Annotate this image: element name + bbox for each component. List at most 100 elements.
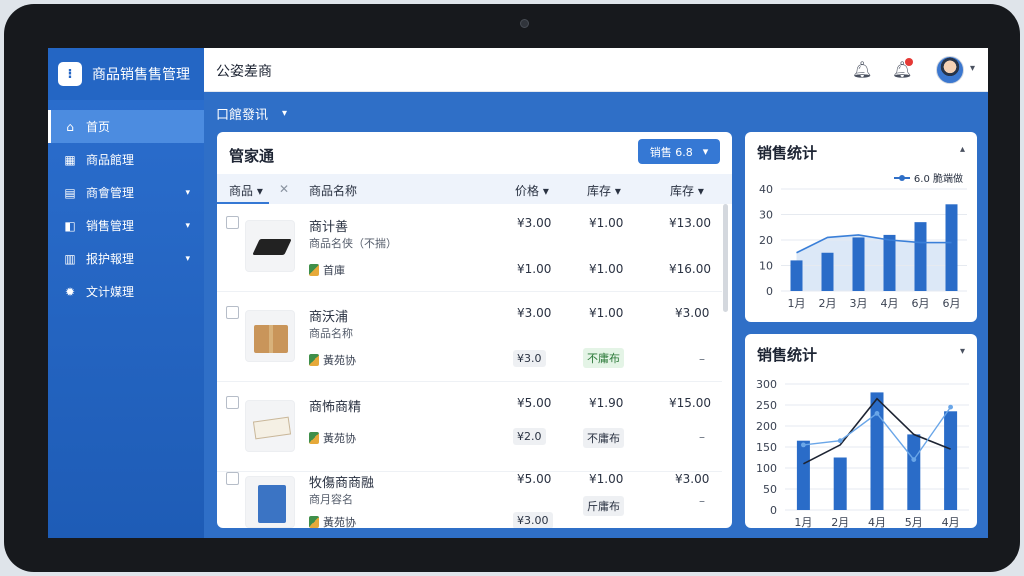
table-row[interactable]: 商怖商精 黃苑协 ¥5.00 ¥1.90 ¥15.00 ¥2.0 不庸布 – — [217, 384, 722, 472]
product-image — [245, 310, 295, 362]
sales-chart-card-2: 销售统计 ▾ 0 50 100 150 200 250 300 1月 2月 4月 5月 4月 — [745, 334, 977, 528]
bell-icon[interactable]: 🔔︎ — [852, 60, 872, 80]
scrollbar[interactable] — [723, 204, 728, 312]
sidebar: ⁝ 商品销售售管理 ⌂ 首页 ▦ 商品館理 ▤ 商會管理 ▾ ◧ 销售管理 ▾ … — [48, 48, 204, 538]
y-tick-label: 30 — [759, 209, 773, 222]
x-tick-label: 4月 — [868, 516, 886, 528]
chevron-down-icon: ▾ — [702, 145, 709, 158]
price-cell-2: ¥1.00 — [517, 262, 552, 276]
x-tick-label: 2月 — [819, 297, 837, 310]
tag-icon — [309, 354, 319, 366]
amount-cell: ¥3.00 — [675, 306, 710, 320]
tag-label: 黃苑协 — [323, 516, 356, 528]
column-stock[interactable]: 库存 ▾ — [587, 182, 621, 199]
table-row[interactable]: 商计善 商品名侠（不揣） 首庫 ¥3.00 ¥1.00 ¥13.00 ¥1.00… — [217, 204, 722, 292]
x-tick-label: 1月 — [788, 297, 806, 310]
table-row[interactable]: 牧傷商商融 商月容名 黃苑协 ¥5.00 ¥1.00 ¥3.00 ¥3.00 斤… — [217, 460, 722, 528]
chart-bar — [914, 222, 927, 291]
price-badge: ¥2.0 — [513, 428, 546, 445]
stock-cell: ¥1.00 — [589, 472, 624, 486]
app-title: 商品销售售管理 — [92, 67, 190, 83]
product-tag: 黃苑协 — [309, 430, 356, 446]
chart-bar — [870, 392, 884, 510]
chart-bar — [833, 457, 847, 510]
sidebar-item-settings[interactable]: ✹ 文计媒理 — [48, 275, 204, 308]
filter-dropdown-button[interactable]: 销售 6.8 ▾ — [638, 139, 720, 164]
product-subtitle: 商月容名 — [309, 493, 353, 506]
column-label: 库存 — [670, 184, 695, 198]
sidebar-item-reports[interactable]: ▥ 报护報理 ▾ — [48, 242, 204, 275]
product-name: 商沃浦 — [309, 310, 349, 325]
stock-cell: ¥1.00 — [589, 216, 624, 230]
sidebar-item-stores[interactable]: ▤ 商會管理 ▾ — [48, 176, 204, 209]
y-tick-label: 10 — [759, 260, 773, 273]
row-checkbox[interactable] — [226, 306, 239, 319]
close-icon[interactable]: ✕ — [279, 182, 289, 196]
sidebar-item-products[interactable]: ▦ 商品館理 — [48, 143, 204, 176]
subheader[interactable]: 口館發讯 ▾ — [216, 104, 287, 123]
status-badge: 斤庸布 — [583, 496, 624, 516]
column-category[interactable]: 商品 ▾ — [217, 174, 269, 204]
series-point — [948, 404, 953, 410]
column-label: 商品 — [229, 184, 254, 198]
product-panel: 管家通 销售 6.8 ▾ 商品 ▾ ✕ 商品名称 价格 ▾ 库存 ▾ 库存 ▾ … — [217, 132, 732, 528]
row-checkbox[interactable] — [226, 216, 239, 229]
x-tick-label: 3月 — [850, 297, 868, 310]
product-tag: 黃苑协 — [309, 514, 356, 528]
chart-bar — [907, 434, 921, 510]
y-tick-label: 0 — [766, 285, 773, 298]
gear-icon: ✹ — [64, 284, 76, 299]
home-icon: ⌂ — [66, 119, 74, 134]
y-tick-label: 250 — [756, 399, 777, 412]
price-cell: ¥3.00 — [517, 216, 552, 230]
column-name[interactable]: 商品名称 — [309, 182, 357, 199]
product-subtitle: 商品名侠（不揣） — [309, 237, 397, 250]
sidebar-item-home[interactable]: ⌂ 首页 — [48, 110, 204, 143]
chart-bar — [944, 411, 958, 510]
column-stock-2[interactable]: 库存 ▾ — [670, 182, 704, 199]
sidebar-item-label: 报护報理 — [86, 252, 135, 266]
status-badge: 不庸布 — [583, 428, 624, 448]
product-tag: 首庫 — [309, 262, 345, 278]
notification-bell-icon[interactable]: 🔔︎ — [892, 58, 913, 80]
row-checkbox[interactable] — [226, 472, 239, 485]
report-icon: ▥ — [64, 251, 76, 266]
row-checkbox[interactable] — [226, 396, 239, 409]
column-price[interactable]: 价格 ▾ — [515, 182, 549, 199]
chart-bar — [945, 204, 958, 291]
chevron-down-icon: ▾ — [282, 108, 288, 119]
panel-title: 管家通 — [229, 147, 275, 165]
y-tick-label: 150 — [756, 441, 777, 454]
stock-cell: ¥1.00 — [589, 306, 624, 320]
product-name: 商怖商精 — [309, 400, 362, 415]
sidebar-nav: ⌂ 首页 ▦ 商品館理 ▤ 商會管理 ▾ ◧ 销售管理 ▾ ▥ 报护報理 ▾ ✹… — [48, 110, 204, 308]
chart-bar — [883, 234, 896, 291]
camera — [520, 19, 529, 28]
chart-bar — [852, 237, 865, 291]
product-image — [245, 400, 295, 452]
chevron-down-icon: ▾ — [185, 253, 190, 264]
chart-bar — [821, 252, 834, 291]
tag-icon — [309, 264, 319, 276]
brand[interactable]: ⁝ 商品销售售管理 — [48, 48, 204, 100]
filter-label: 销售 6.8 — [649, 145, 693, 159]
x-tick-label: 6月 — [912, 297, 930, 310]
sidebar-item-sales[interactable]: ◧ 销售管理 ▾ — [48, 209, 204, 242]
price-cell: ¥5.00 — [517, 396, 552, 410]
tag-label: 黃苑协 — [323, 354, 356, 367]
avatar[interactable] — [936, 56, 964, 84]
x-tick-label: 4月 — [942, 516, 960, 528]
series-point — [911, 457, 917, 462]
y-tick-label: 20 — [759, 234, 773, 247]
product-tag: 黃苑协 — [309, 352, 356, 368]
sidebar-item-label: 商品館理 — [86, 153, 135, 167]
product-name: 牧傷商商融 — [309, 476, 375, 491]
tag-icon — [309, 516, 319, 528]
sidebar-item-label: 销售管理 — [86, 219, 135, 233]
chevron-down-icon[interactable]: ▾ — [970, 63, 975, 74]
amount-cell-2: – — [699, 352, 705, 366]
table-row[interactable]: 商沃浦 商品名称 黃苑协 ¥3.00 ¥1.00 ¥3.00 ¥3.0 不庸布 … — [217, 294, 722, 382]
price-badge: ¥3.0 — [513, 350, 546, 367]
chart-bar — [796, 440, 810, 510]
amount-cell-2: – — [699, 430, 705, 444]
